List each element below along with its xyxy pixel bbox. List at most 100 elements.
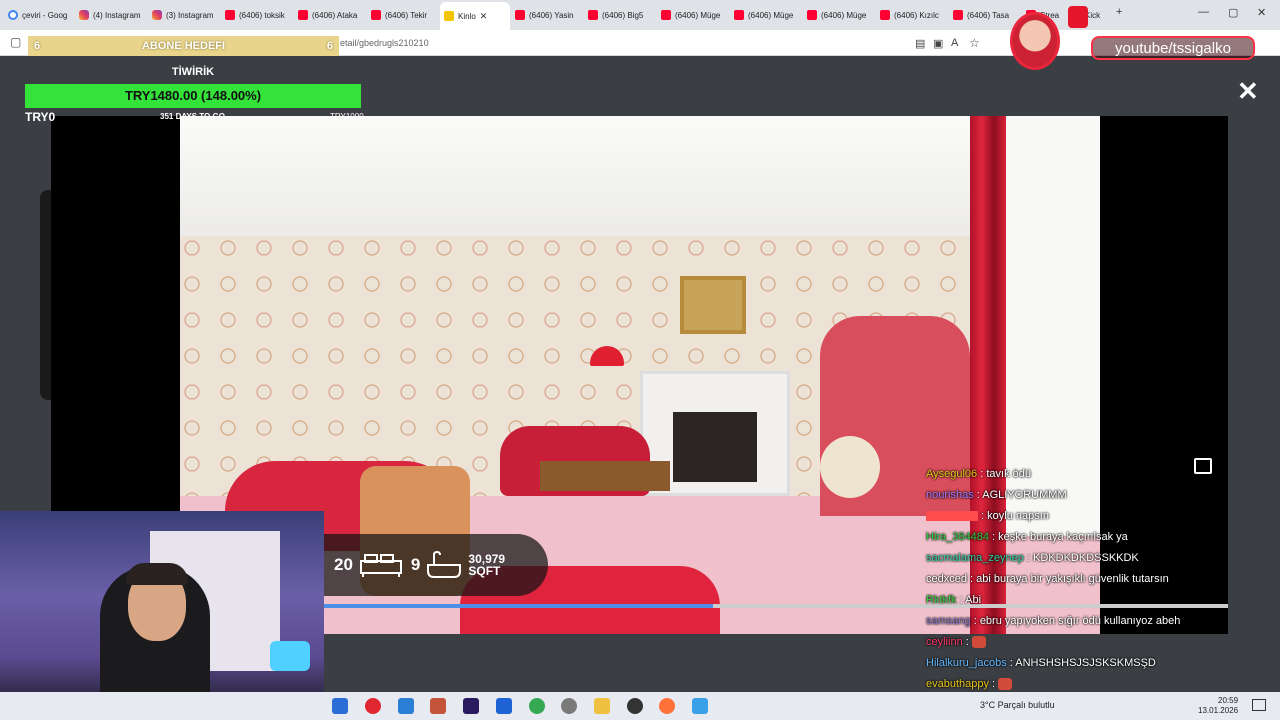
browser-tab[interactable]: (6406) Kızılc (876, 4, 948, 26)
chat-text: ANHSHSHSJSJSKSKMSŞD (1015, 657, 1156, 669)
chat-username[interactable]: cedxced (926, 573, 967, 585)
paint-icon[interactable] (692, 698, 708, 714)
minimize-icon[interactable]: — (1198, 6, 1209, 18)
bookmark-star-icon[interactable]: ☆ (969, 36, 980, 50)
windows-taskbar: 3°C Parçalı bulutlu 20:59 13.01.2026 (0, 692, 1280, 720)
chat-text: tavık ödü (986, 468, 1031, 480)
chat-separator: : (962, 636, 972, 648)
browser-tab[interactable]: (6406) Müge (730, 4, 802, 26)
browser-tab-label: (6406) Tasa (967, 10, 1010, 20)
chat-message: sacmalama_zeynep : KDKDKDKDSSKKDK (926, 552, 1139, 564)
chat-message: evabuthappy : (926, 678, 1013, 691)
browser-tab-label: (4) Instagram (93, 10, 141, 20)
clock-date: 13.01.2026 (1198, 706, 1239, 715)
maximize-icon[interactable]: ▢ (1228, 6, 1238, 19)
chat-message: Rktkfk : Abi (926, 594, 981, 606)
start-icon[interactable] (332, 698, 348, 714)
chat-username[interactable]: ceyliinn (926, 636, 963, 648)
chat-username[interactable]: Hira_384484 (926, 531, 989, 543)
weather-widget[interactable]: 3°C Parçalı bulutlu (980, 700, 1055, 710)
browser-tab[interactable]: (4) Instagram (75, 4, 147, 26)
bed-count: 20 (334, 555, 353, 574)
youtube-icon (588, 10, 598, 20)
browser-tab[interactable]: (6406) Ataka (294, 4, 366, 26)
chat-emote-icon (971, 636, 986, 649)
video-progress-bar[interactable] (324, 604, 1228, 608)
browser-tab[interactable]: (6406) toksik (221, 4, 293, 26)
firefox-icon[interactable] (659, 698, 675, 714)
obs-icon[interactable] (627, 698, 643, 714)
donation-goal-bar: TRY1480.00 (148.00%) (25, 84, 361, 108)
led-light (270, 641, 310, 671)
video-progress-fill (324, 604, 713, 608)
address-bar-url[interactable]: etail/gbedrugls210210 (340, 38, 429, 48)
browser-tab[interactable]: (6406) Big5 (584, 4, 656, 26)
donation-goal-target: TRY1000 (330, 112, 364, 121)
new-tab-icon[interactable]: + (1116, 6, 1122, 18)
chat-message: Aysegul06 : tavık ödü (926, 468, 1031, 480)
translate-icon[interactable]: A (951, 37, 958, 49)
chat-username[interactable]: samsang (926, 615, 971, 627)
close-tab-icon[interactable]: ✕ (480, 11, 488, 22)
settings-app-icon[interactable] (561, 698, 577, 714)
chat-separator: : (989, 678, 999, 690)
youtube-icon (371, 10, 381, 20)
browser-tab[interactable]: (6406) Tasa (949, 4, 1021, 26)
youtube-icon (880, 10, 890, 20)
folder-icon[interactable] (594, 698, 610, 714)
browser-tab-label: çeviri - Goog (22, 10, 68, 20)
reader-icon[interactable]: ▤ (915, 37, 925, 50)
system-clock[interactable]: 20:59 13.01.2026 (1198, 696, 1238, 716)
youtube-icon (225, 10, 235, 20)
close-icon[interactable]: ✕ (1237, 78, 1259, 104)
chat-username[interactable]: Hilalkuru_jacobs (926, 657, 1007, 669)
window-close-icon[interactable]: ✕ (1257, 6, 1266, 19)
picture-in-picture-icon[interactable]: ▣ (933, 37, 943, 50)
subscriber-goal-current: 6 (34, 40, 41, 52)
subscriber-goal-bar: 6 ABONE HEDEFI 6 (28, 36, 339, 56)
sidebar-toggle-icon[interactable]: ▢ (10, 35, 21, 49)
chat-message: Hilalkuru_jacobs : ANHSHSHSJSJSKSKMSŞD (926, 657, 1156, 669)
subscriber-goal-target: 6 (326, 40, 333, 52)
browser-tab[interactable]: (6406) Müge (657, 4, 729, 26)
chat-message: nourishas : AGLIYORUMMM (926, 489, 1067, 501)
browser-tab[interactable]: (6406) Yasin (511, 4, 583, 26)
chat-separator: : (978, 510, 988, 522)
chat-username[interactable]: evabuthappy (926, 678, 989, 690)
chrome-icon[interactable] (529, 698, 545, 714)
chat-username[interactable]: sacmalama_zeynep (926, 552, 1024, 564)
browser-tab-label: Kinlo (458, 11, 476, 21)
opera-icon[interactable] (365, 698, 381, 714)
browser-tab-label: (6406) Yasin (529, 10, 574, 20)
subscriber-goal-title: ABONE HEDEFI (141, 40, 226, 52)
donation-goal-start: TRY0 (25, 110, 56, 124)
app-icon[interactable] (430, 698, 446, 714)
browser-tab[interactable]: (3) Instagram (148, 4, 220, 26)
chat-separator: : (966, 573, 977, 585)
painting (680, 276, 746, 334)
chat-message: Hira_384484 : keşke buraya kaçırılsak ya (926, 531, 1128, 543)
area-unit: SQFT (468, 564, 501, 578)
store-icon[interactable] (398, 698, 414, 714)
browser-tab[interactable]: (6406) Tekir (367, 4, 439, 26)
chat-text: AGLIYORUMMM (982, 489, 1067, 501)
donation-goal-title: TİWİRİK (171, 66, 215, 78)
chat-username[interactable]: Aysegul06 (926, 468, 977, 480)
notification-icon[interactable] (1252, 699, 1266, 711)
browser-tab-strip: çeviri - Goog (4) Instagram (3) Instagram (… (0, 0, 1280, 30)
browser-tab[interactable]: çeviri - Goog (4, 4, 74, 26)
premiere-icon[interactable] (463, 698, 479, 714)
chat-username[interactable]: Rktkfk (926, 594, 957, 606)
chat-text: keşke buraya kaçırılsak ya (998, 531, 1128, 543)
chat-message: : koylu napsın (926, 510, 1049, 522)
browser-tab[interactable]: (6406) Müge (803, 4, 875, 26)
webcam-feed (0, 511, 324, 720)
ceiling (180, 116, 1100, 236)
blue-app-icon[interactable] (496, 698, 512, 714)
browser-tab[interactable]: Kinlo ✕ (440, 2, 510, 30)
chat-message: ceyliinn : (926, 636, 986, 649)
youtube-handle: youtube/tssigalko (1091, 36, 1255, 60)
chat-username[interactable]: nourishas (926, 489, 974, 501)
fullscreen-icon[interactable] (1194, 458, 1212, 474)
speaker-icon (444, 11, 454, 21)
